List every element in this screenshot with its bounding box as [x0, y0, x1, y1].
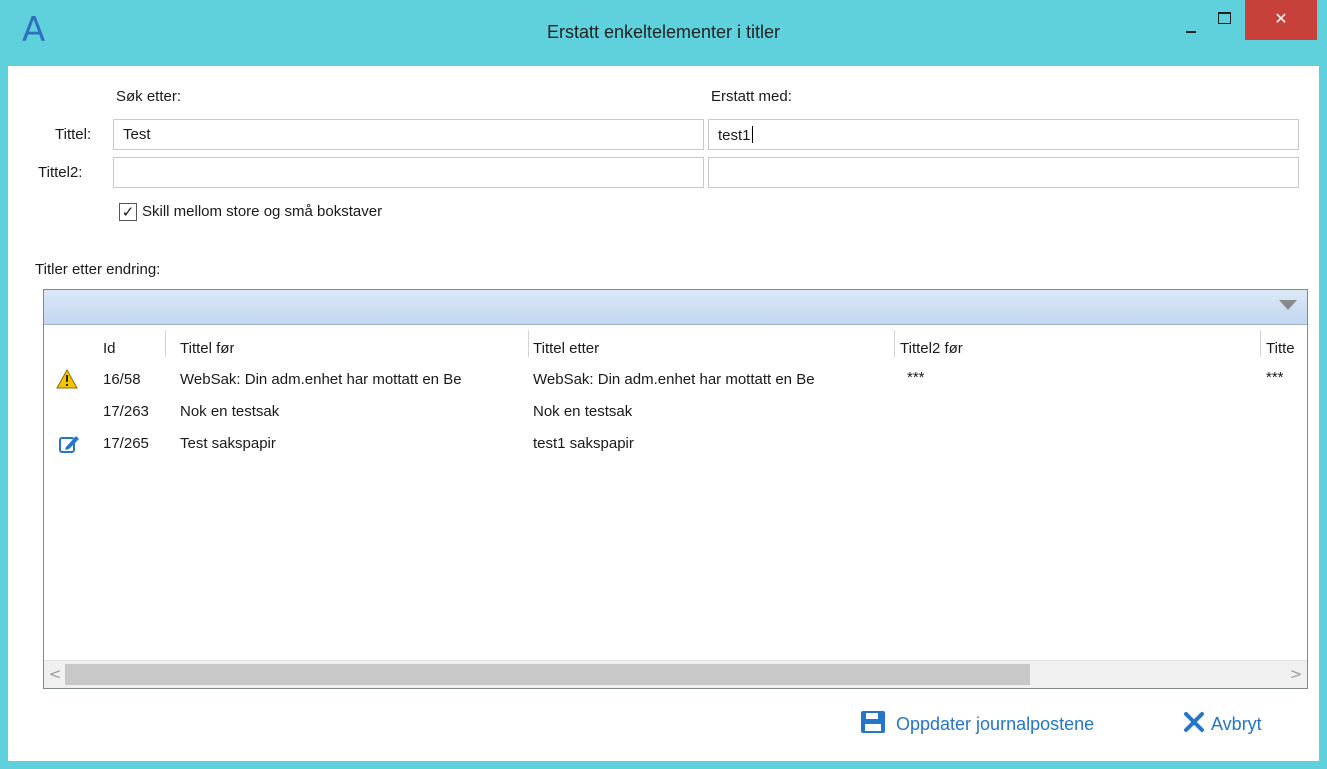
maximize-button[interactable]	[1208, 8, 1240, 32]
cell-tittel-etter[interactable]: WebSak: Din adm.enhet har mottatt en Be	[533, 371, 883, 388]
cell-id[interactable]: 17/263	[103, 403, 149, 420]
window-title: Erstatt enkeltelementer i titler	[546, 22, 781, 42]
cell-tittel2-etter[interactable]: ***	[1266, 369, 1284, 386]
tittel-replace-input[interactable]: test1	[708, 119, 1299, 150]
title-bar[interactable]: A Erstatt enkeltelementer i titler ✕	[0, 0, 1327, 66]
close-button[interactable]: ✕	[1245, 0, 1317, 40]
tittel-label: Tittel:	[55, 126, 92, 143]
dropdown-arrow-icon[interactable]	[1279, 300, 1297, 310]
grid-group-bar	[44, 290, 1307, 325]
case-sensitive-checkbox[interactable]: ✓	[119, 203, 137, 221]
text-cursor	[751, 126, 753, 143]
column-header-id[interactable]: Id	[103, 340, 116, 357]
tittel2-label: Tittel2:	[38, 164, 83, 181]
column-header-tittel2-for[interactable]: Tittel2 før	[900, 340, 963, 357]
replace-header: Erstatt med:	[711, 88, 792, 105]
cell-tittel-for[interactable]: Nok en testsak	[180, 403, 279, 420]
scroll-left-arrow[interactable]: <	[46, 665, 64, 683]
warning-icon	[56, 368, 78, 393]
cancel-button[interactable]: Avbryt	[1183, 709, 1262, 739]
column-header-tittel-for[interactable]: Tittel før	[180, 340, 234, 357]
tittel2-replace-input[interactable]	[708, 157, 1299, 188]
dialog-window: A Erstatt enkeltelementer i titler ✕ Søk…	[0, 0, 1327, 769]
tittel2-search-input[interactable]	[113, 157, 704, 188]
cell-tittel-for[interactable]: Test sakspapir	[180, 435, 276, 452]
grid-section-label: Titler etter endring:	[35, 261, 161, 278]
column-divider	[165, 330, 166, 357]
cell-tittel-for[interactable]: WebSak: Din adm.enhet har mottatt en Be	[180, 371, 527, 388]
cell-tittel-etter[interactable]: test1 sakspapir	[533, 435, 634, 452]
update-button-label: Oppdater journalpostene	[896, 713, 1095, 734]
scrollbar-thumb[interactable]	[65, 664, 1030, 685]
column-header-tittel-etter[interactable]: Tittel etter	[533, 340, 599, 357]
tittel-search-input[interactable]: Test	[113, 119, 704, 150]
minimize-button[interactable]	[1177, 16, 1207, 38]
horizontal-scrollbar[interactable]: < >	[44, 660, 1307, 688]
column-header-tittel2-etter[interactable]: Titte	[1266, 340, 1306, 357]
column-divider	[894, 330, 895, 357]
cancel-button-label: Avbryt	[1211, 713, 1262, 734]
column-divider	[1260, 330, 1261, 357]
column-divider	[528, 330, 529, 357]
update-button[interactable]: Oppdater journalpostene	[860, 709, 1094, 739]
cell-id[interactable]: 17/265	[103, 435, 149, 452]
cell-tittel2-for[interactable]: ***	[907, 369, 925, 386]
cell-tittel-etter[interactable]: Nok en testsak	[533, 403, 632, 420]
save-icon	[860, 710, 886, 739]
edit-icon	[58, 433, 80, 459]
case-sensitive-label: Skill mellom store og små bokstaver	[142, 203, 383, 220]
cell-id[interactable]: 16/58	[103, 371, 141, 388]
tittel-replace-value: test1	[718, 127, 751, 144]
results-grid: Id Tittel før Tittel etter Tittel2 før T…	[43, 289, 1308, 689]
search-header: Søk etter:	[116, 88, 182, 105]
scroll-right-arrow[interactable]: >	[1287, 665, 1305, 683]
close-icon	[1183, 711, 1205, 738]
